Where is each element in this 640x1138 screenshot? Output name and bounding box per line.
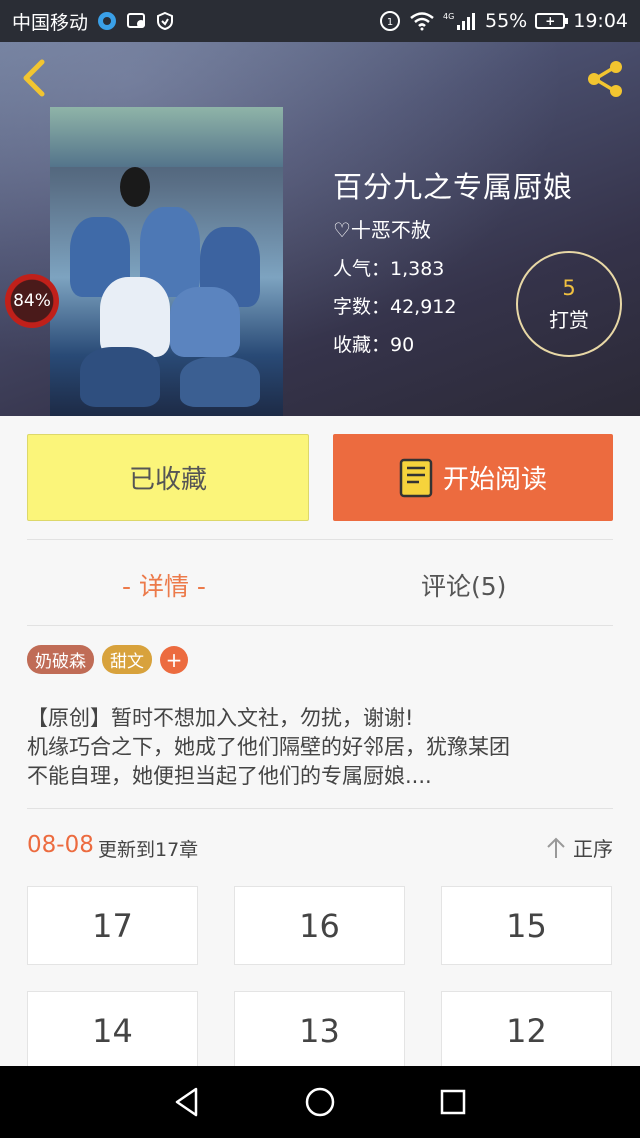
square-recents-icon (441, 1089, 466, 1115)
status-bar: 中国移动 1 4G 55% + 19:04 (0, 0, 640, 42)
book-icon (399, 458, 433, 497)
description-line: 不能自理，她便担当起了他们的专属厨娘.... (27, 764, 432, 788)
divider (27, 808, 613, 809)
description-line: 机缘巧合之下，她成了他们隔壁的好邻居，犹豫某团 (27, 735, 510, 759)
book-title: 百分九之专属厨娘 (333, 170, 574, 204)
chapter-item[interactable]: 14 (27, 991, 198, 1070)
tag-list: 奶破森 甜文 + (27, 645, 188, 674)
update-text: 更新到17章 (98, 839, 199, 861)
chevron-left-icon (23, 59, 45, 97)
start-reading-button[interactable]: 开始阅读 (333, 434, 613, 521)
cover-figure (80, 347, 160, 407)
read-progress-badge: 84% (5, 274, 59, 328)
cover-figure (120, 167, 150, 207)
tab-detail[interactable]: - 详情 - (122, 562, 206, 608)
share-icon (588, 61, 622, 97)
book-author[interactable]: ♡十恶不赦 (333, 214, 431, 243)
reward-count: 5 (562, 275, 576, 300)
battery-percent: 55% (485, 10, 528, 32)
chapter-item[interactable]: 16 (234, 886, 405, 965)
nav-recents-button[interactable] (423, 1072, 483, 1132)
circle-home-icon (305, 1087, 335, 1117)
divider (27, 625, 613, 626)
sort-toggle[interactable]: 正序 (545, 833, 613, 862)
battery-icon: + (535, 13, 569, 29)
chapter-item[interactable]: 17 (27, 886, 198, 965)
description-line: 【原创】暂时不想加入文社，勿扰，谢谢! (27, 706, 414, 730)
shield-icon (156, 11, 174, 31)
add-tag-button[interactable]: + (160, 645, 188, 674)
favorites-stat: 收藏：90 (333, 334, 415, 356)
clock: 19:04 (573, 10, 628, 32)
tag-item[interactable]: 奶破森 (27, 645, 94, 674)
start-reading-label: 开始阅读 (442, 465, 547, 495)
collected-label: 已收藏 (128, 465, 207, 495)
cover-backdrop (50, 107, 283, 167)
book-description[interactable]: 【原创】暂时不想加入文社，勿扰，谢谢! 机缘巧合之下，她成了他们隔壁的好邻居，犹… (27, 704, 617, 791)
signal-icon: 4G (443, 11, 477, 31)
triangle-back-icon (175, 1087, 197, 1117)
book-header: 84% 百分九之专属厨娘 ♡十恶不赦 人气：1,383 字数：42,912 收藏… (0, 42, 640, 416)
wifi-icon (409, 11, 435, 31)
app-notification-icon (126, 11, 148, 31)
collected-button[interactable]: 已收藏 (27, 434, 309, 521)
cover-figure (170, 287, 240, 357)
tag-item[interactable]: 甜文 (102, 645, 152, 674)
cover-figure (180, 357, 260, 407)
update-date: 08-08 (27, 832, 94, 858)
nav-back-button[interactable] (157, 1072, 217, 1132)
data-saver-icon: 1 (379, 10, 401, 32)
system-nav-bar (0, 1066, 640, 1138)
tab-comments[interactable]: 评论(5) (421, 562, 506, 608)
carrier-name: 中国移动 (12, 11, 89, 34)
arrow-up-icon (547, 837, 565, 858)
browser-icon (96, 10, 118, 32)
svg-text:4G: 4G (443, 12, 454, 21)
status-left: 中国移动 (12, 8, 174, 35)
read-progress-text: 84% (13, 291, 51, 311)
back-button[interactable] (14, 56, 54, 100)
book-cover[interactable] (50, 107, 283, 416)
popularity-stat: 人气：1,383 (333, 258, 445, 280)
nav-home-button[interactable] (290, 1072, 350, 1132)
chapter-item[interactable]: 15 (441, 886, 612, 965)
share-button[interactable] (582, 56, 628, 102)
svg-text:1: 1 (387, 17, 393, 28)
chapter-item[interactable]: 13 (234, 991, 405, 1070)
sort-label: 正序 (573, 837, 613, 861)
status-right: 1 4G 55% + 19:04 (379, 10, 628, 32)
reward-label: 打赏 (549, 307, 589, 332)
reward-button[interactable]: 5 打赏 (516, 251, 622, 357)
divider (27, 539, 613, 540)
chapter-item[interactable]: 12 (441, 991, 612, 1070)
word-count-stat: 字数：42,912 (333, 296, 457, 318)
cover-figure (100, 277, 170, 357)
